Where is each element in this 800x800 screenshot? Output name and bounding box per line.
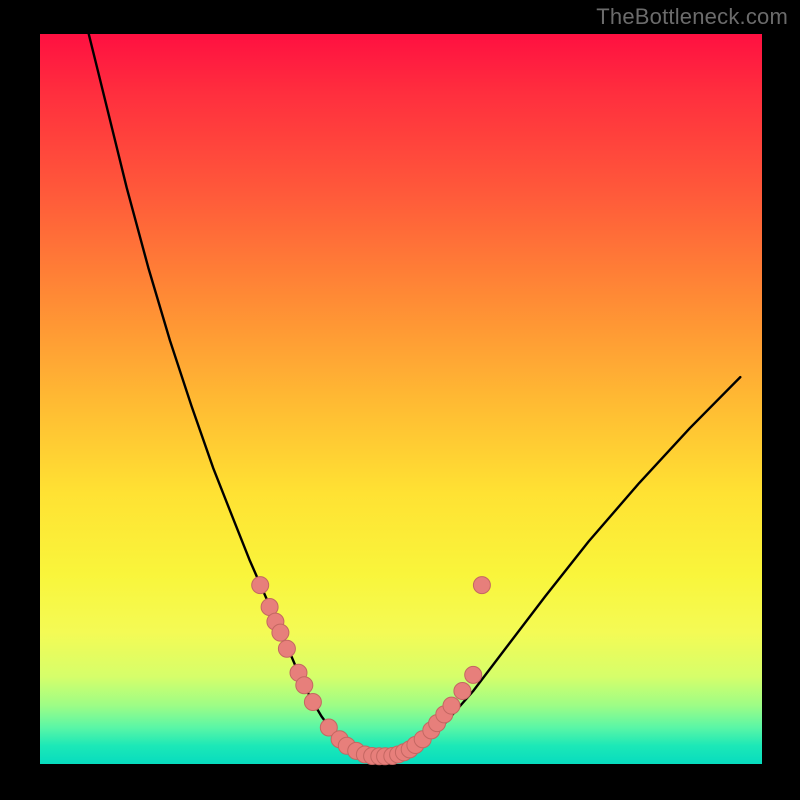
curve-marker — [465, 666, 482, 683]
curve-markers — [252, 577, 491, 765]
curve-marker — [296, 677, 313, 694]
curve-marker — [278, 640, 295, 657]
bottleneck-curve — [83, 12, 740, 756]
curve-marker — [304, 694, 321, 711]
plot-area — [40, 34, 762, 764]
curve-marker — [252, 577, 269, 594]
curve-marker — [443, 697, 460, 714]
chart-frame: TheBottleneck.com — [0, 0, 800, 800]
curve-marker — [454, 683, 471, 700]
curve-marker — [473, 577, 490, 594]
chart-svg — [40, 34, 762, 764]
curve-marker — [272, 624, 289, 641]
watermark-text: TheBottleneck.com — [596, 4, 788, 30]
